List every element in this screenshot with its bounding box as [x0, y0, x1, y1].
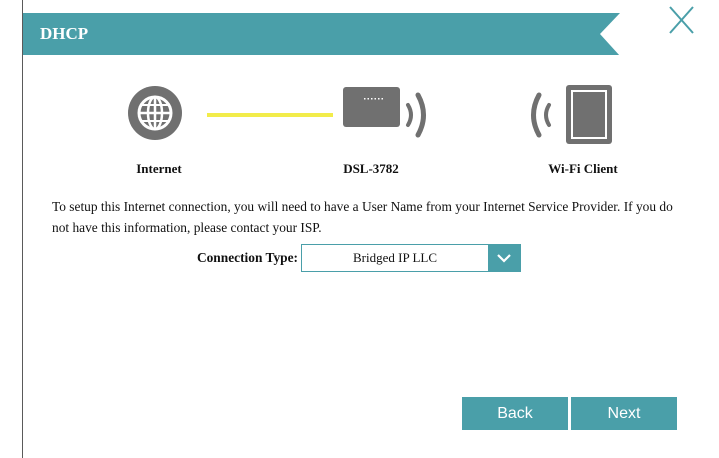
connection-type-value: Bridged IP LLC	[352, 250, 437, 265]
dropdown-toggle[interactable]	[488, 245, 520, 271]
back-button[interactable]: Back	[462, 397, 568, 430]
connection-type-select[interactable]: Bridged IP LLC	[301, 244, 521, 272]
router-icon	[343, 87, 400, 127]
globe-icon	[128, 86, 182, 140]
router-label: DSL-3782	[343, 161, 399, 176]
wifi-signal-icon	[406, 92, 426, 138]
chevron-down-icon	[497, 254, 511, 263]
connection-type-label: Connection Type:	[196, 250, 298, 265]
next-button[interactable]: Next	[571, 397, 677, 430]
internet-label: Internet	[136, 161, 182, 176]
tablet-icon	[566, 85, 612, 144]
client-wifi-signal-icon	[531, 92, 551, 138]
client-label: Wi-Fi Client	[548, 161, 618, 176]
setup-description: To setup this Internet connection, you w…	[52, 199, 673, 235]
